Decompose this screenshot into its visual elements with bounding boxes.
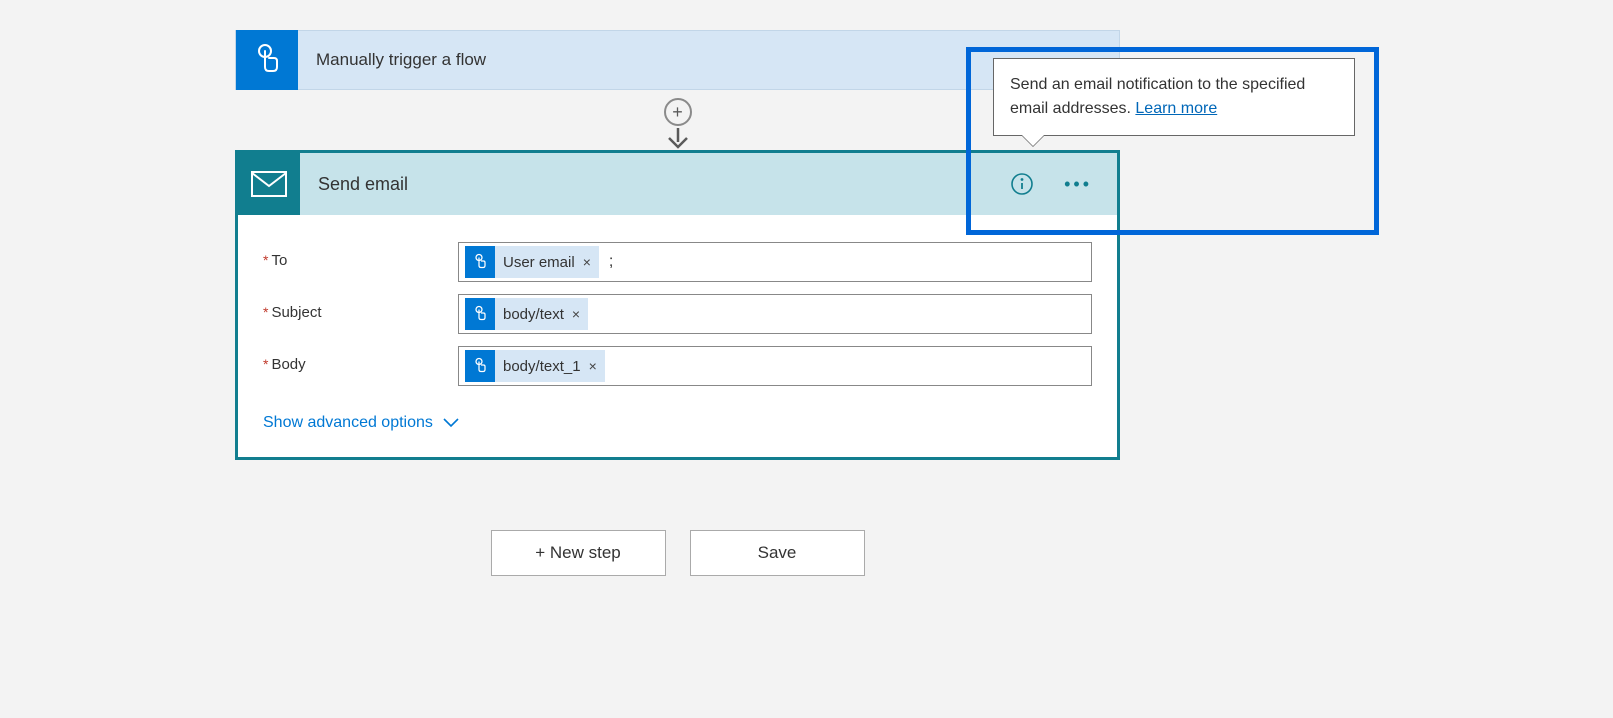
- token-body-text[interactable]: body/text ×: [465, 298, 588, 330]
- action-card: Send email ••• *To: [235, 150, 1120, 460]
- connector: +: [235, 90, 1120, 150]
- token-remove-icon[interactable]: ×: [583, 254, 591, 270]
- trigger-title: Manually trigger a flow: [298, 50, 486, 70]
- touch-icon: [465, 298, 495, 330]
- action-body: *To User email × ; *Subject: [238, 215, 1117, 457]
- to-trailing-text: ;: [605, 253, 613, 271]
- more-icon[interactable]: •••: [1064, 174, 1092, 195]
- token-user-email[interactable]: User email ×: [465, 246, 599, 278]
- touch-icon: [465, 350, 495, 382]
- token-label: User email: [503, 254, 575, 271]
- field-label-body: *Body: [263, 346, 458, 373]
- show-advanced-options-link[interactable]: Show advanced options: [263, 414, 459, 432]
- touch-icon: [465, 246, 495, 278]
- field-row-body: *Body body/text_1 ×: [263, 346, 1092, 386]
- new-step-button[interactable]: + New step: [491, 530, 666, 576]
- save-button[interactable]: Save: [690, 530, 865, 576]
- learn-more-link[interactable]: Learn more: [1135, 100, 1217, 117]
- add-step-button[interactable]: +: [664, 98, 692, 126]
- token-remove-icon[interactable]: ×: [572, 306, 580, 322]
- action-title: Send email: [300, 174, 1010, 195]
- token-remove-icon[interactable]: ×: [589, 358, 597, 374]
- body-input[interactable]: body/text_1 ×: [458, 346, 1092, 386]
- action-header[interactable]: Send email •••: [238, 153, 1117, 215]
- arrow-down-icon: [664, 128, 692, 150]
- info-icon[interactable]: [1010, 172, 1034, 196]
- subject-input[interactable]: body/text ×: [458, 294, 1092, 334]
- token-label: body/text_1: [503, 358, 581, 375]
- bottom-bar: + New step Save: [235, 530, 1120, 576]
- field-label-to: *To: [263, 242, 458, 269]
- token-body-text-1[interactable]: body/text_1 ×: [465, 350, 605, 382]
- field-row-to: *To User email × ;: [263, 242, 1092, 282]
- to-input[interactable]: User email × ;: [458, 242, 1092, 282]
- chevron-down-icon: [443, 418, 459, 428]
- field-row-subject: *Subject body/text ×: [263, 294, 1092, 334]
- field-label-subject: *Subject: [263, 294, 458, 321]
- touch-icon: [236, 30, 298, 90]
- tooltip-arrow-icon: [1022, 135, 1044, 146]
- info-tooltip: Send an email notification to the specif…: [993, 58, 1355, 136]
- token-label: body/text: [503, 306, 564, 323]
- mail-icon: [238, 153, 300, 215]
- trigger-card[interactable]: Manually trigger a flow: [235, 30, 1120, 90]
